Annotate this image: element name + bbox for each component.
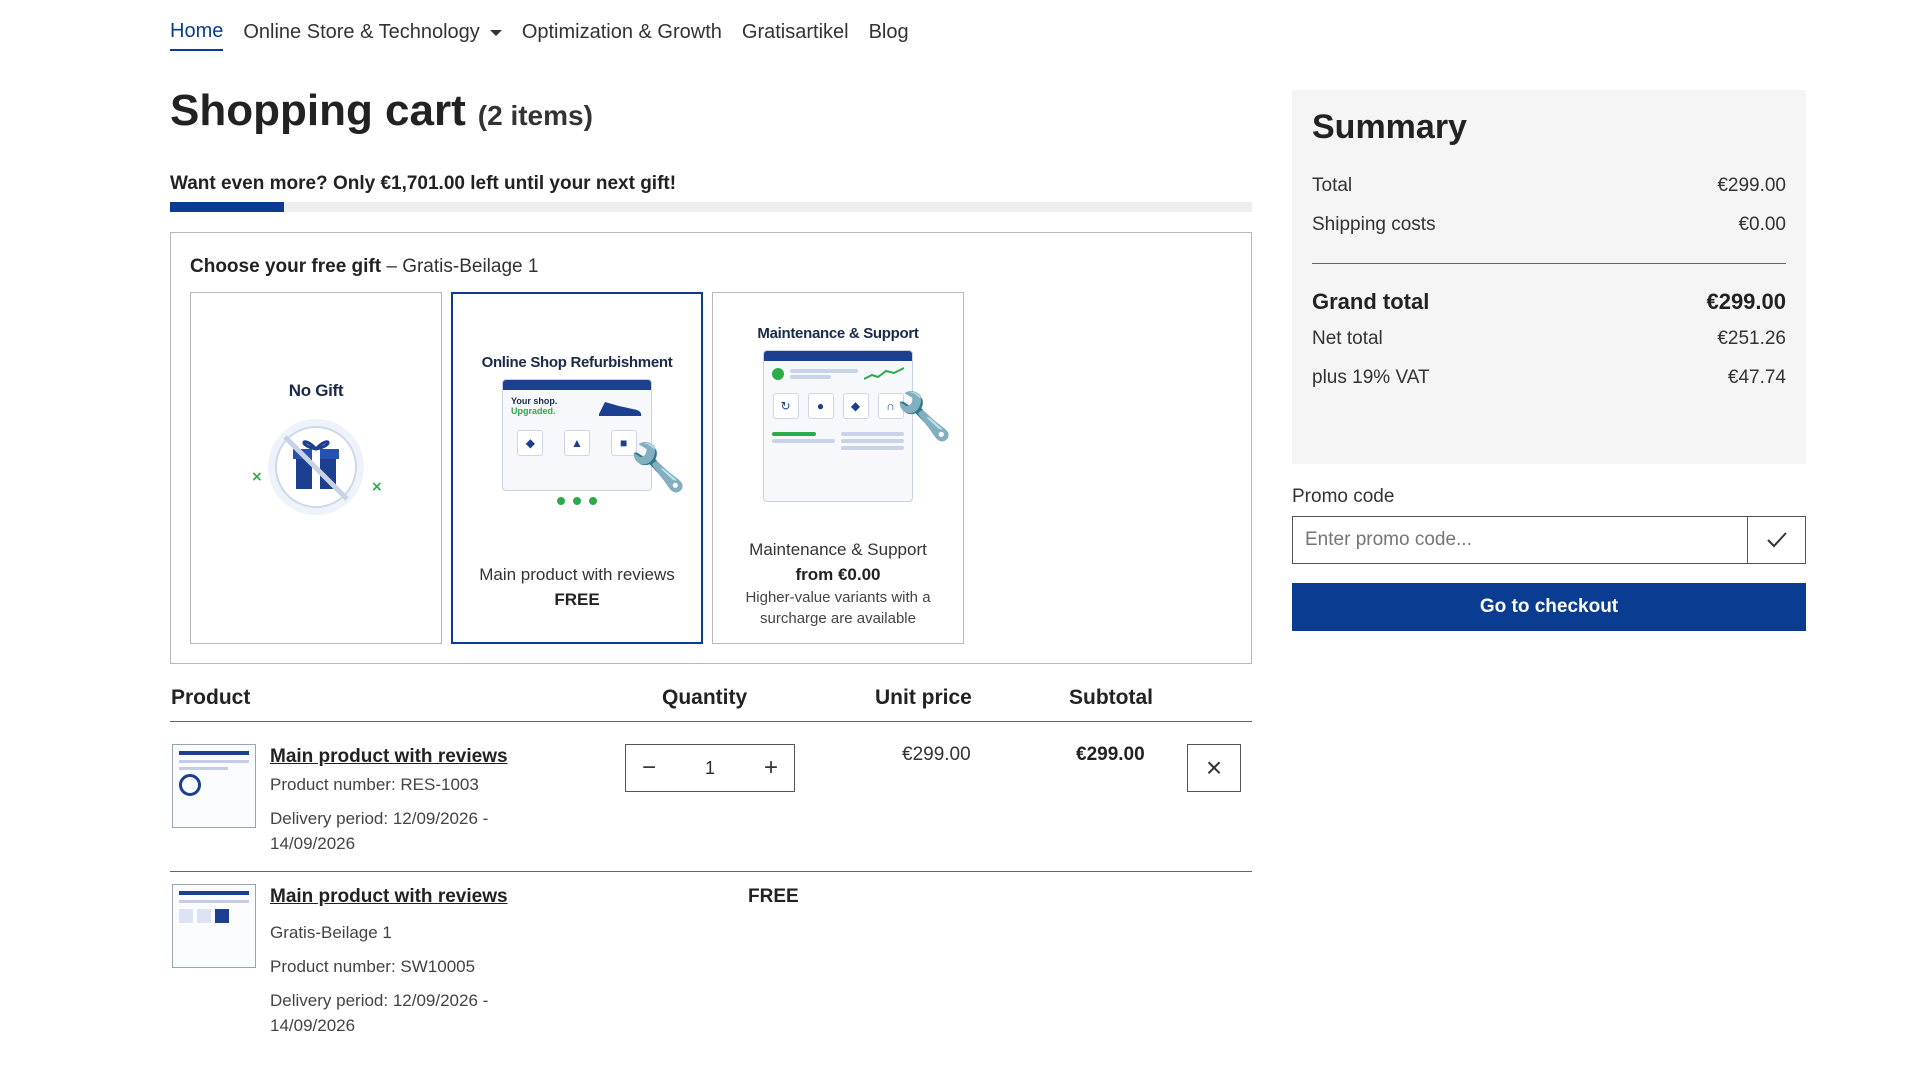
- summary-title: Summary: [1312, 108, 1467, 146]
- delivery-period: Delivery period: 12/09/2026 - 14/09/2026: [270, 809, 489, 853]
- increase-quantity-button[interactable]: +: [764, 754, 778, 782]
- promo-code-input[interactable]: [1293, 517, 1747, 563]
- refresh-icon: ↻: [772, 393, 799, 419]
- product-thumbnail[interactable]: [172, 884, 256, 968]
- gift-card-caption: Maintenance & Support from €0.00 Higher-…: [745, 540, 931, 627]
- item-count: (2 items): [477, 100, 593, 131]
- gift-option-refurbishment[interactable]: Online Shop Refurbishment Your shop. Upg…: [451, 292, 703, 644]
- apply-promo-button[interactable]: [1747, 517, 1805, 563]
- product-name-link[interactable]: Main product with reviews: [270, 746, 508, 768]
- close-icon: ×: [1205, 752, 1223, 783]
- status-dashboard-mockup: ↻ ● ◆ ∩: [763, 350, 913, 502]
- free-gift-panel: Choose your free gift – Gratis-Beilage 1…: [170, 232, 1252, 664]
- gift-progress-bar: [170, 202, 1252, 212]
- magnifier-icon: [179, 774, 201, 796]
- no-gift-image: No Gift × ×: [219, 381, 413, 529]
- promo-code-label: Promo code: [1292, 486, 1395, 507]
- svg-text:×: ×: [371, 479, 383, 495]
- free-label: FREE: [748, 886, 799, 907]
- remove-item-button[interactable]: ×: [1187, 744, 1241, 792]
- gift-threshold-message: Want even more? Only €1,701.00 left unti…: [170, 173, 677, 194]
- shoe-icon: [599, 402, 642, 416]
- promo-code-form: [1292, 516, 1806, 564]
- summary-shipping-row: Shipping costs €0.00: [1312, 214, 1786, 235]
- gift-progress-fill: [170, 202, 284, 212]
- gift-card-caption: Main product with reviews FREE: [479, 565, 675, 609]
- summary-total-row: Total €299.00: [1312, 175, 1786, 196]
- nav-item-blog[interactable]: Blog: [869, 20, 909, 51]
- wrench-icon: 🔧: [895, 390, 953, 442]
- product-number: Product number: SW10005: [270, 957, 476, 976]
- col-subtotal: Subtotal: [1069, 686, 1153, 709]
- order-summary: Summary Total €299.00 Shipping costs €0.00…: [1292, 90, 1806, 464]
- col-unit-price: Unit price: [875, 686, 972, 709]
- refurbishment-image: Online Shop Refurbishment Your shop. Upg…: [481, 354, 687, 505]
- bug-icon: ●: [807, 393, 834, 419]
- summary-vat-row: plus 19% VAT €47.74: [1312, 367, 1786, 388]
- summary-divider: [1312, 263, 1786, 264]
- gift-heading: Choose your free gift – Gratis-Beilage 1: [190, 256, 539, 277]
- col-quantity: Quantity: [662, 686, 748, 709]
- product-number: Product number: RES-1003: [270, 775, 479, 794]
- quantity-stepper: − 1 +: [625, 744, 795, 792]
- product-thumbnail[interactable]: [172, 744, 256, 828]
- crossed-gift-icon: × ×: [251, 419, 383, 515]
- checkout-button[interactable]: Go to checkout: [1292, 583, 1806, 631]
- wrench-icon: 🔧: [629, 441, 687, 493]
- check-icon: [1766, 532, 1787, 548]
- svg-text:×: ×: [251, 469, 263, 485]
- cart-line-item: Main product with reviews Product number…: [170, 722, 1252, 872]
- line-subtotal: €299.00: [1076, 744, 1145, 765]
- shield-check-icon: [772, 368, 784, 380]
- nav-item-home[interactable]: Home: [170, 20, 224, 51]
- nav-item-gratisartikel[interactable]: Gratisartikel: [742, 20, 849, 51]
- page-title-wrap: Shopping cart (2 items): [170, 86, 593, 136]
- unit-price: €299.00: [902, 744, 971, 765]
- cart-table-header: Product Quantity Unit price Subtotal: [170, 682, 1252, 722]
- col-product: Product: [171, 686, 251, 709]
- maintenance-image: Maintenance & Support ↻ ● ◆ ∩ 🔧: [741, 325, 953, 502]
- gift-option-maintenance[interactable]: Maintenance & Support ↻ ● ◆ ∩ 🔧 Maintena…: [712, 292, 964, 644]
- product-variant: Gratis-Beilage 1: [270, 923, 392, 942]
- delivery-period: Delivery period: 12/09/2026 - 14/09/2026: [270, 991, 489, 1035]
- shirt-icon: ▲: [563, 430, 590, 456]
- shield-icon: ◆: [842, 393, 869, 419]
- decrease-quantity-button[interactable]: −: [642, 754, 656, 782]
- cart-line-item: Main product with reviews Gratis-Beilage…: [170, 872, 1252, 1052]
- page-title: Shopping cart: [170, 86, 466, 135]
- box-icon: ◆: [517, 430, 544, 456]
- product-name-link[interactable]: Main product with reviews: [270, 886, 508, 908]
- quantity-value[interactable]: 1: [705, 758, 715, 779]
- summary-grand-total-row: Grand total €299.00: [1312, 289, 1786, 314]
- nav-item-online-store[interactable]: Online Store & Technology: [243, 20, 502, 51]
- summary-net-row: Net total €251.26: [1312, 328, 1786, 349]
- nav-item-optimization[interactable]: Optimization & Growth: [522, 20, 722, 51]
- main-nav: Home Online Store & Technology Optimizat…: [170, 20, 909, 51]
- chevron-down-icon: [489, 29, 502, 36]
- gift-option-no-gift[interactable]: No Gift × ×: [190, 292, 442, 644]
- trend-line-icon: [864, 367, 904, 380]
